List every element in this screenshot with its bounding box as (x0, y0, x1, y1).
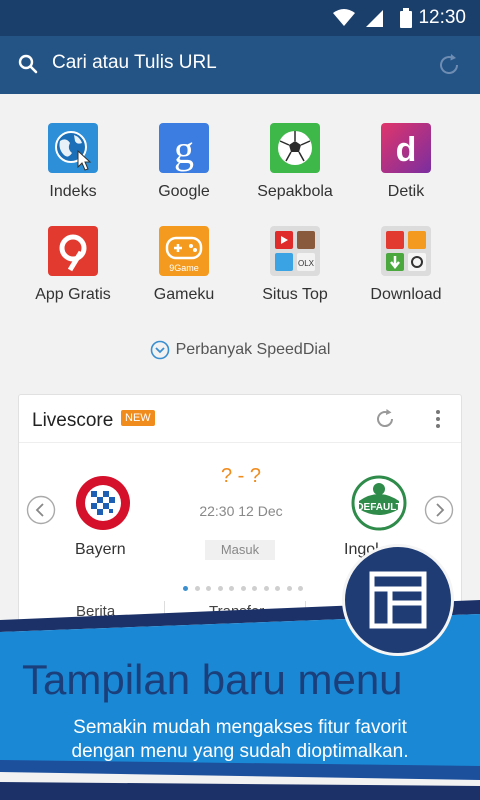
speeddial-sepakbola[interactable]: Sepakbola (245, 123, 345, 201)
refresh-icon[interactable] (373, 407, 397, 431)
speeddial-label: Situs Top (262, 286, 328, 303)
speeddial-download[interactable]: Download (356, 226, 456, 304)
match-status: Masuk (205, 540, 275, 560)
page-dot (252, 586, 257, 591)
page-dot (286, 586, 292, 591)
gamepad-icon: 9Game (159, 226, 209, 276)
page-dot (206, 586, 211, 591)
status-bar: 12:30 (0, 0, 480, 36)
wifi-icon (333, 9, 355, 26)
livescore-title: Livescore (32, 410, 114, 431)
speeddial-gameku[interactable]: 9Game Gameku (134, 226, 234, 304)
app-gratis-icon (48, 226, 98, 276)
menu-layout-icon (369, 571, 427, 629)
signal-icon (366, 10, 383, 27)
google-icon: g (159, 123, 209, 173)
speeddial-app-gratis[interactable]: App Gratis (23, 226, 123, 304)
new-menu-button[interactable] (342, 544, 454, 656)
more-options-icon[interactable] (431, 407, 445, 431)
page-dot (240, 586, 246, 591)
banner-headline: Tampilan baru menu (22, 656, 403, 703)
reload-icon[interactable] (436, 52, 462, 78)
page-dot (217, 586, 223, 591)
speeddial-label: Google (158, 183, 210, 200)
page-indicator (183, 578, 310, 596)
page-dot (183, 586, 188, 591)
chevron-down-icon (150, 340, 169, 360)
svg-text:OLX: OLX (298, 259, 315, 268)
speeddial-label: App Gratis (35, 286, 111, 303)
globe-icon (48, 123, 98, 173)
new-badge: NEW (121, 410, 155, 426)
detik-icon: d (381, 123, 431, 173)
speeddial-indeks[interactable]: Indeks (23, 123, 123, 201)
speeddial-situs-top[interactable]: OLX Situs Top (245, 226, 345, 304)
banner-subtext-line: Semakin mudah mengakses fitur favorit (73, 717, 407, 738)
page-dot (263, 586, 269, 591)
soccer-ball-icon (270, 123, 320, 173)
divider (19, 442, 461, 443)
gameku-sublabel: 9Game (169, 263, 199, 273)
away-team-crest-icon: DEFAULT (351, 475, 407, 531)
page-dot (194, 586, 200, 591)
site-grid-icon: OLX (270, 226, 320, 276)
battery-icon (400, 8, 412, 28)
download-grid-icon (381, 226, 431, 276)
speeddial-google[interactable]: g Google (134, 123, 234, 201)
more-speeddial-button[interactable]: Perbanyak SpeedDial (0, 340, 480, 360)
speeddial-label: Download (370, 286, 442, 303)
svg-text:d: d (396, 131, 417, 169)
speeddial-label: Gameku (153, 286, 215, 303)
banner-subtext-line: dengan menu yang sudah dioptimalkan. (71, 741, 409, 762)
speeddial-label: Sepakbola (257, 183, 333, 200)
page-dot (298, 586, 303, 591)
speeddial-detik[interactable]: d Detik (356, 123, 456, 201)
away-crest-text: DEFAULT (356, 502, 401, 513)
banner-subtext: Semakin mudah mengakses fitur favorit de… (0, 716, 480, 764)
url-bar[interactable]: Cari atau Tulis URL (0, 36, 480, 94)
more-speeddial-label: Perbanyak SpeedDial (175, 341, 331, 359)
page-dot (229, 586, 234, 591)
url-input[interactable]: Cari atau Tulis URL (52, 52, 217, 74)
clock: 12:30 (418, 7, 466, 28)
svg-text:g: g (174, 127, 194, 172)
speeddial-label: Indeks (49, 183, 97, 200)
search-icon[interactable] (18, 54, 38, 74)
speeddial-label: Detik (387, 183, 425, 200)
page-dot (275, 586, 280, 591)
home-team-name: Bayern (75, 541, 126, 558)
